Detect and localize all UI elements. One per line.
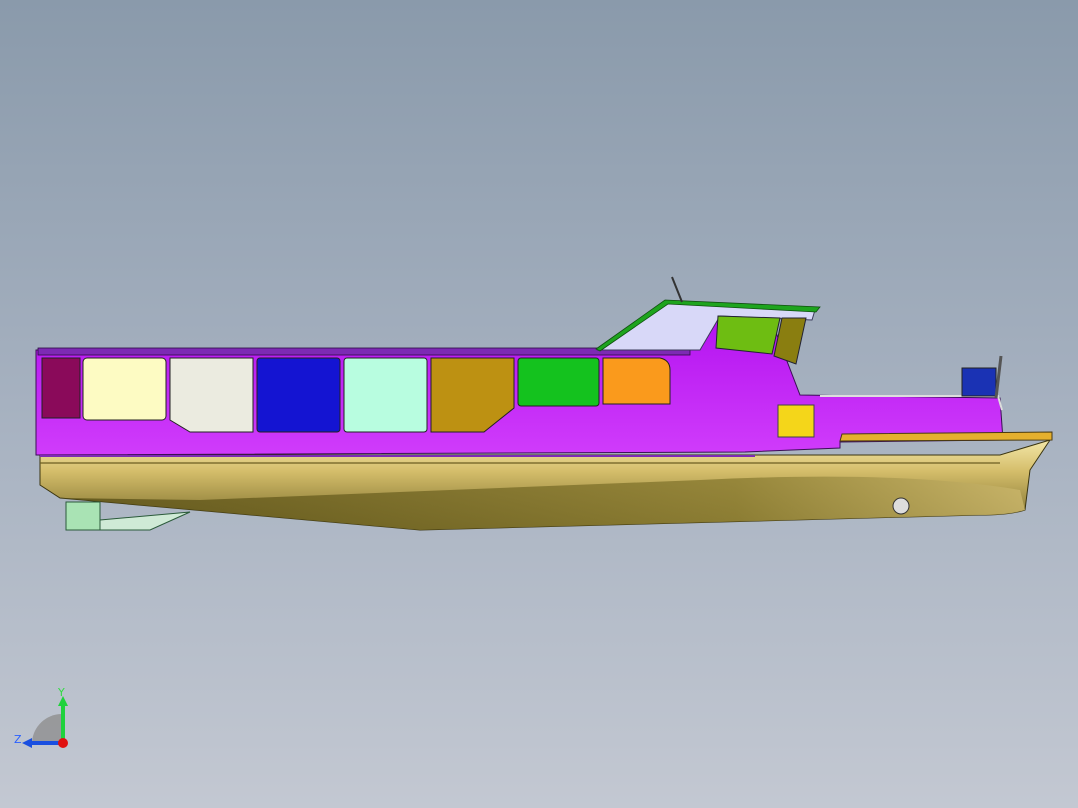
wheelhouse-window-1 xyxy=(715,315,781,355)
axis-triad: Y Z xyxy=(14,686,68,748)
stern-strut xyxy=(99,511,191,531)
3d-viewport[interactable]: Y Z xyxy=(0,0,1078,808)
window-4 xyxy=(343,357,428,433)
aft-door xyxy=(41,357,81,419)
bow-deck-strip xyxy=(839,431,1053,442)
porthole xyxy=(892,497,910,515)
roof-trim xyxy=(37,347,691,356)
z-axis-arrow xyxy=(22,738,32,748)
window-2 xyxy=(169,357,254,433)
z-axis-label: Z xyxy=(14,733,22,746)
rudder xyxy=(65,501,101,531)
antenna xyxy=(671,276,683,303)
bow-pole xyxy=(994,355,1003,399)
boat-model[interactable] xyxy=(0,0,1078,808)
y-axis-label: Y xyxy=(57,686,65,699)
window-1 xyxy=(82,357,167,421)
x-axis-origin xyxy=(58,738,68,748)
window-3 xyxy=(256,357,341,433)
fender xyxy=(777,404,815,438)
window-6 xyxy=(517,357,600,407)
triad-base-shade xyxy=(32,713,62,742)
window-7 xyxy=(602,357,671,405)
bow-seat xyxy=(961,367,997,397)
